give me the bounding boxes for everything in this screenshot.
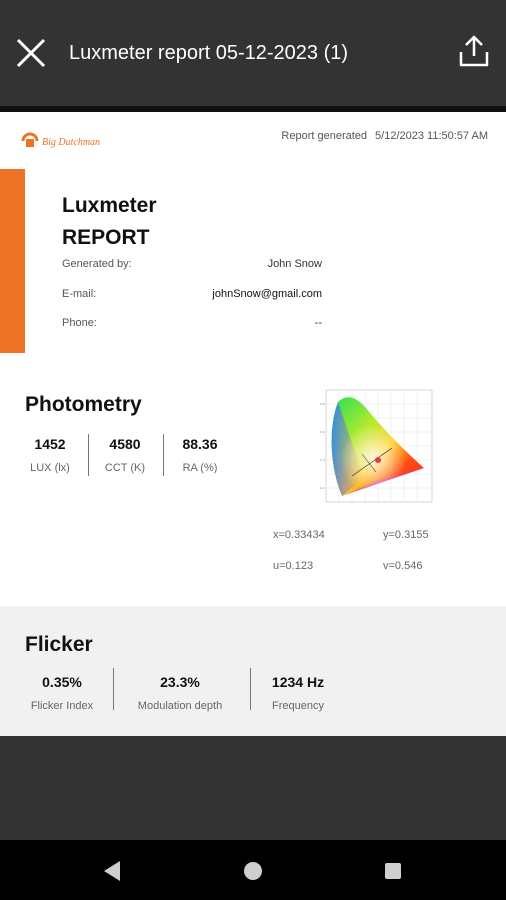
report-title: Luxmeter REPORT [62,190,157,254]
generated-label: Report generated [281,130,368,142]
share-upload-icon[interactable] [456,34,492,70]
report-file-title: Luxmeter report 05-12-2023 (1) [69,42,349,64]
generated-by-row: Generated by: John Snow [62,258,322,270]
back-triangle-icon[interactable] [102,860,122,882]
metric-divider [88,434,89,476]
metric-divider [163,434,164,476]
svg-text:0.4: 0.4 [320,458,325,462]
flicker-index-label: Flicker Index [30,700,94,712]
phone-row: Phone: -- [62,317,322,329]
accent-bar [0,169,25,353]
ra-value: 88.36 [182,436,218,452]
lux-value: 1452 [34,436,66,452]
system-navigation-bar [0,840,506,900]
modulation-depth-label: Modulation depth [137,700,223,712]
metric-divider [250,668,251,710]
svg-text:0.2: 0.2 [320,486,325,490]
cct-metric: 4580 CCT (K) [98,436,152,474]
cie-v-coordinate: v=0.546 [383,560,423,572]
lux-label: LUX (lx) [30,462,70,474]
metric-divider [113,668,114,710]
frequency-value: 1234 Hz [271,674,325,690]
photometry-heading: Photometry [25,393,142,416]
frequency-label: Frequency [272,700,324,712]
lux-metric: 1452 LUX (lx) [24,436,76,474]
flicker-index-metric: 0.35% Flicker Index [22,674,102,712]
modulation-depth-metric: 23.3% Modulation depth [126,674,234,712]
phone-label: Phone: [62,317,97,329]
cie-x-coordinate: x=0.33434 [273,529,325,541]
generated-by-label: Generated by: [62,258,132,270]
report-title-line2: REPORT [62,226,150,249]
app-toolbar: Luxmeter report 05-12-2023 (1) [0,0,506,106]
ra-metric: 88.36 RA (%) [172,436,228,474]
report-title-line1: Luxmeter [62,194,157,217]
cct-value: 4580 [109,436,141,452]
recents-square-icon[interactable] [384,862,402,880]
phone-value: -- [314,317,322,329]
ra-label: RA (%) [182,462,218,474]
generated-by-value: John Snow [267,258,322,270]
flicker-index-value: 0.35% [42,674,82,690]
email-label: E-mail: [62,288,97,300]
generated-value: 5/12/2023 11:50:57 AM [375,130,488,142]
report-generated-timestamp: Report generated 5/12/2023 11:50:57 AM [281,130,488,142]
cie-y-coordinate: y=0.3155 [383,529,429,541]
brand-logo: Big Dutchman [21,132,100,148]
svg-text:0.8: 0.8 [320,402,325,406]
flicker-heading: Flicker [25,633,93,656]
modulation-depth-value: 23.3% [160,674,200,690]
email-value: johnSnow@gmail.com [212,288,322,300]
flicker-section: Flicker 0.35% Flicker Index 23.3% Modula… [0,606,506,736]
frequency-metric: 1234 Hz Frequency [262,674,334,712]
email-row: E-mail: johnSnow@gmail.com [62,288,322,300]
svg-text:0.6: 0.6 [320,430,325,434]
close-icon[interactable] [14,36,48,70]
svg-text:Big Dutchman: Big Dutchman [42,137,100,148]
cie-chromaticity-diagram: 0.8 0.6 0.4 0.2 [320,389,433,503]
cct-label: CCT (K) [104,462,146,474]
cie-u-coordinate: u=0.123 [273,560,314,572]
home-circle-icon[interactable] [243,861,263,881]
report-document: Big Dutchman Report generated 5/12/2023 1… [0,112,506,736]
